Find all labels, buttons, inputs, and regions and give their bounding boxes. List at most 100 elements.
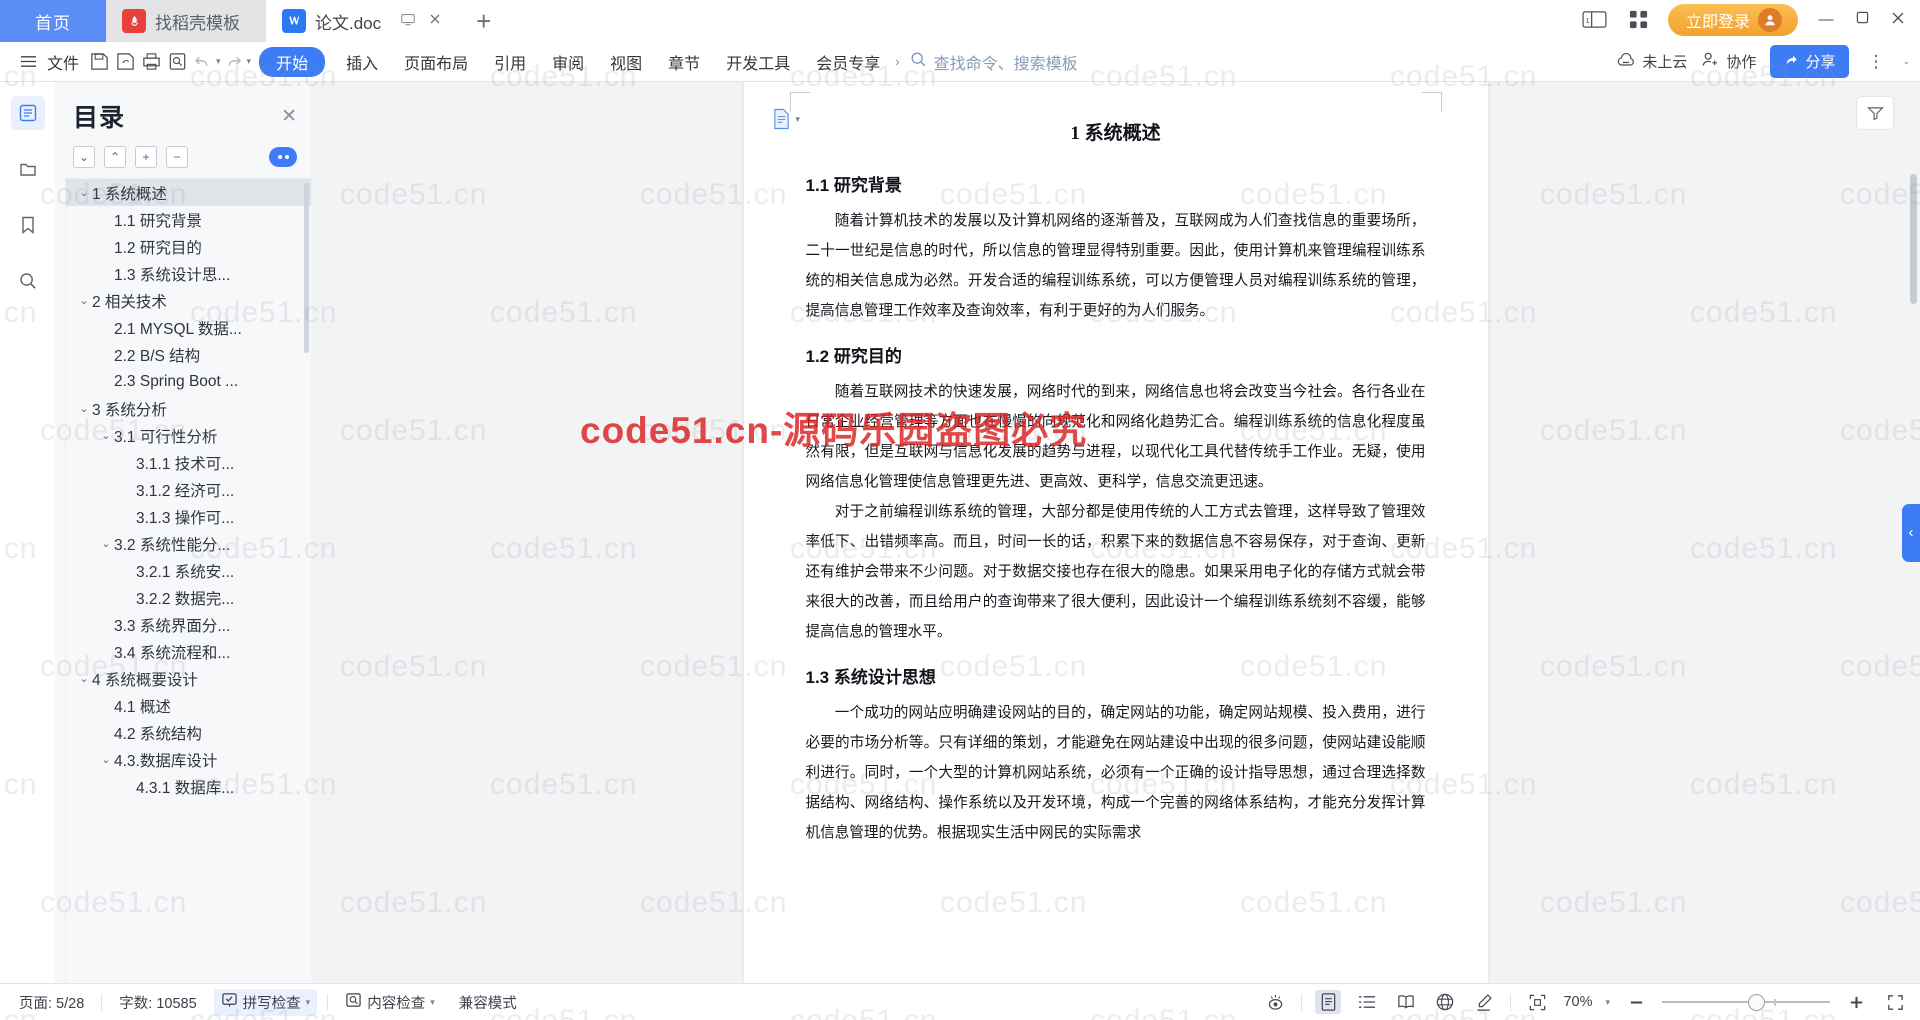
collapse-all-button[interactable]: − [166, 146, 188, 168]
new-tab-button[interactable]: + [458, 0, 509, 42]
print-icon[interactable] [138, 49, 164, 75]
save-icon[interactable] [86, 49, 112, 75]
cloud-status-button[interactable]: 未上云 [1616, 51, 1687, 72]
outline-item[interactable]: 2.1 MYSQL 数据... [66, 314, 311, 341]
web-view-icon[interactable] [1432, 990, 1458, 1014]
collaborate-button[interactable]: 协作 [1701, 51, 1756, 72]
outline-item[interactable]: ⌄ 3 系统分析 [66, 395, 311, 422]
tab-review[interactable]: 审阅 [539, 50, 597, 74]
ribbon-collapse-icon[interactable]: ⌄ [1902, 56, 1910, 67]
print-preview-icon[interactable] [164, 49, 190, 75]
chevron-down-icon[interactable]: ⌄ [98, 429, 114, 442]
outline-item[interactable]: 3.4 系统流程和... [66, 638, 311, 665]
outline-item[interactable]: 1.3 系统设计思... [66, 260, 311, 287]
redo-icon[interactable] [221, 49, 247, 75]
contentcheck-button[interactable]: 内容检查 ▾ [338, 989, 442, 1016]
outline-item[interactable]: 1.2 研究目的 [66, 233, 311, 260]
chevron-down-icon[interactable]: ⌄ [98, 753, 114, 766]
highlighter-icon[interactable] [1471, 990, 1497, 1014]
page-view-icon[interactable] [1315, 990, 1342, 1014]
redo-dropdown-icon[interactable]: ▾ [247, 56, 252, 67]
document-page[interactable]: ▾ 1 系统概述 1.1 研究背景 随着计算机技术的发展以及计算机网络的逐渐普及，… [743, 82, 1488, 983]
search-input[interactable]: 查找命令、搜索模板 [910, 50, 1078, 74]
file-menu-button[interactable]: 文件 [8, 46, 86, 78]
word-count[interactable]: 字数: 10585 [112, 989, 203, 1016]
tab-references[interactable]: 引用 [481, 50, 539, 74]
close-icon[interactable]: ✕ [281, 107, 297, 126]
undo-icon[interactable] [190, 49, 216, 75]
grid-apps-icon[interactable] [1624, 5, 1654, 35]
document-body[interactable]: 1 系统概述 1.1 研究背景 随着计算机技术的发展以及计算机网络的逐渐普及，互联… [744, 82, 1488, 848]
menu-overflow-icon[interactable]: › [895, 54, 899, 69]
outline-item[interactable]: ⌄ 3.1 可行性分析 [66, 422, 311, 449]
spellcheck-button[interactable]: 拼写检查 ▾ [213, 988, 318, 1016]
chevron-down-icon[interactable]: ⌄ [76, 186, 92, 199]
tab-home[interactable]: 首页 [0, 0, 106, 42]
outline-item[interactable]: 3.1.3 操作可... [66, 503, 311, 530]
chevron-down-icon[interactable]: ⌄ [98, 537, 114, 550]
page-indicator[interactable]: 页面: 5/28 [12, 989, 91, 1016]
outline-view-toggle[interactable] [269, 147, 297, 167]
tab-page-layout[interactable]: 页面布局 [391, 50, 481, 74]
outline-item[interactable]: ⌄ 3.2 系统性能分... [66, 530, 311, 557]
chevron-down-icon[interactable]: ▾ [430, 997, 435, 1008]
zoom-in-button[interactable] [1843, 990, 1869, 1014]
tab-close-icon[interactable] [428, 11, 442, 31]
document-area[interactable]: ▾ 1 系统概述 1.1 研究背景 随着计算机技术的发展以及计算机网络的逐渐普及，… [311, 82, 1920, 983]
outline-item[interactable]: 3.1.2 经济可... [66, 476, 311, 503]
zoom-slider-knob[interactable] [1748, 993, 1765, 1011]
more-options-icon[interactable]: ⋮ [1863, 52, 1888, 72]
outline-item[interactable]: 4.3.1 数据库... [66, 773, 311, 800]
outline-tree[interactable]: ⌄ 1 系统概述 1.1 研究背景 1.2 研究目的 1.3 系统设计思... ⌄ 2 相关… [65, 178, 311, 983]
fullscreen-button[interactable] [1882, 990, 1908, 1014]
chevron-down-icon[interactable]: ▾ [796, 114, 801, 125]
right-panel-toggle[interactable]: ‹ [1902, 503, 1920, 562]
outline-item[interactable]: ⌄ 1 系统概述 [66, 179, 311, 206]
rail-thumbnails-icon[interactable] [11, 152, 45, 186]
rail-bookmark-icon[interactable] [11, 208, 45, 242]
compat-mode-label[interactable]: 兼容模式 [452, 989, 524, 1016]
zoom-dropdown-icon[interactable]: ▾ [1605, 997, 1610, 1008]
scrollbar-thumb[interactable] [1910, 174, 1917, 304]
login-button[interactable]: 立即登录 [1667, 3, 1798, 36]
collapse-down-button[interactable]: ⌄ [73, 146, 95, 168]
paragraph-style-button[interactable]: ▾ [772, 108, 801, 130]
navigation-filter-button[interactable] [1856, 96, 1894, 130]
outline-item[interactable]: 3.2.1 系统安... [66, 557, 311, 584]
outline-item[interactable]: 3.2.2 数据完... [66, 584, 311, 611]
outline-item[interactable]: 3.1.1 技术可... [66, 449, 311, 476]
outline-view-icon[interactable] [1354, 990, 1380, 1014]
share-button[interactable]: 分享 [1770, 45, 1850, 78]
minimize-button[interactable]: — [1818, 11, 1834, 28]
split-view-icon[interactable]: 1 [1580, 5, 1610, 35]
tab-member-benefits[interactable]: 会员专享 [803, 50, 893, 74]
tab-insert[interactable]: 插入 [333, 50, 391, 74]
outline-item[interactable]: 4.1 概述 [66, 692, 311, 719]
zoom-level-label[interactable]: 70% [1563, 994, 1592, 1010]
outline-item[interactable]: 2.3 Spring Boot ... [66, 368, 311, 395]
outline-item[interactable]: ⌄ 4.3.数据库设计 [66, 746, 311, 773]
chevron-down-icon[interactable]: ⌄ [76, 672, 92, 685]
chevron-down-icon[interactable]: ⌄ [76, 402, 92, 415]
rail-search-icon[interactable] [11, 264, 45, 298]
maximize-button[interactable] [1854, 11, 1870, 28]
tab-preview-icon[interactable] [400, 11, 416, 32]
collapse-up-button[interactable]: ⌃ [104, 146, 126, 168]
outline-item[interactable]: 3.3 系统界面分... [66, 611, 311, 638]
fit-page-icon[interactable] [1524, 990, 1550, 1014]
expand-all-button[interactable]: + [135, 146, 157, 168]
rail-outline-icon[interactable] [10, 96, 45, 130]
zoom-slider[interactable] [1662, 993, 1830, 1011]
zoom-out-button[interactable] [1623, 990, 1649, 1014]
tab-document-thesis[interactable]: 论文.doc [266, 0, 459, 42]
tab-dev-tools[interactable]: 开发工具 [713, 50, 803, 74]
tab-start[interactable]: 开始 [259, 46, 326, 77]
tab-chapters[interactable]: 章节 [655, 50, 713, 74]
chevron-down-icon[interactable]: ⌄ [76, 294, 92, 307]
close-button[interactable] [1890, 11, 1906, 29]
eye-protect-icon[interactable] [1262, 990, 1288, 1014]
outline-item[interactable]: ⌄ 2 相关技术 [66, 287, 311, 314]
save-as-icon[interactable] [112, 49, 138, 75]
outline-scrollbar[interactable] [304, 183, 309, 353]
outline-item[interactable]: 2.2 B/S 结构 [66, 341, 311, 368]
